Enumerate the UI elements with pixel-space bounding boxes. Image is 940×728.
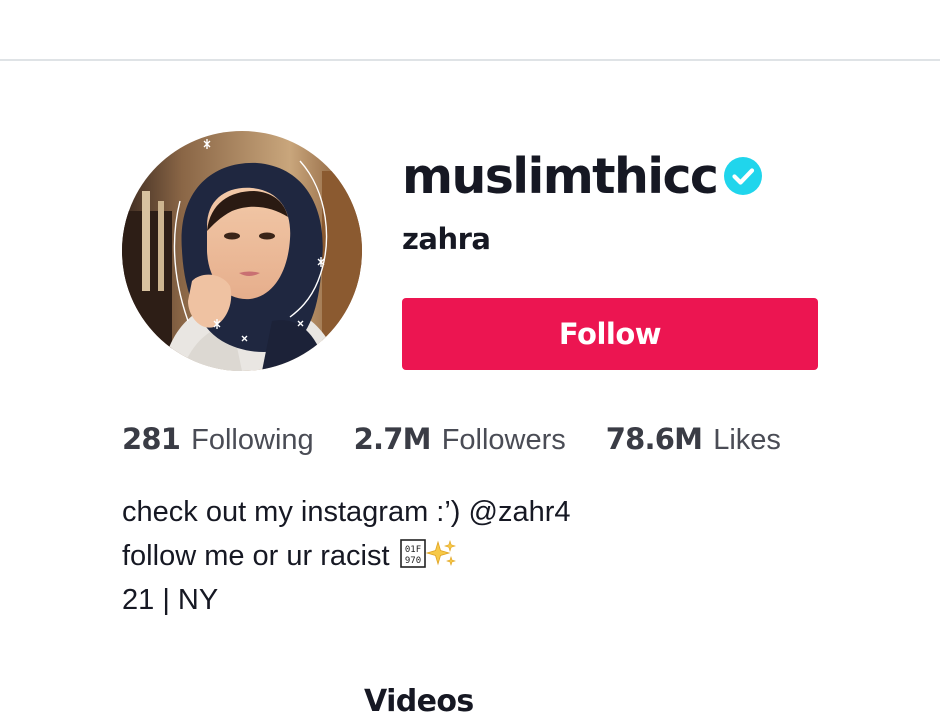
svg-text:970: 970 (404, 556, 420, 566)
followers-label: Followers (441, 424, 566, 456)
following-count: 281 (122, 422, 181, 456)
bio-line: follow me or ur racist 01F 970 (122, 534, 570, 578)
profile-page: muslimthicc zahra Follow 281 Following 2… (0, 0, 940, 728)
tab-videos[interactable]: Videos (364, 684, 474, 719)
likes-stat: 78.6M Likes (606, 422, 781, 457)
bio-line: 21 | NY (122, 584, 219, 616)
likes-count: 78.6M (605, 422, 703, 456)
username-row: muslimthicc (402, 140, 763, 212)
bio-line-text: follow me or ur racist (122, 540, 390, 572)
profile-stats: 281 Following 2.7M Followers 78.6M Likes (122, 422, 781, 466)
avatar[interactable] (122, 131, 362, 371)
verified-badge-icon (723, 156, 763, 196)
likes-label: Likes (713, 424, 781, 456)
following-label: Following (191, 424, 314, 456)
followers-count: 2.7M (353, 422, 432, 456)
unknown-glyph-icon: 01F 970 (399, 539, 426, 568)
following-stat[interactable]: 281 Following (122, 422, 314, 457)
bio: check out my instagram :’) @zahr4 follow… (122, 490, 570, 622)
display-name: zahra (402, 222, 491, 256)
follow-button[interactable]: Follow (402, 298, 818, 370)
header-divider (0, 59, 940, 61)
sparkles-icon (425, 539, 456, 567)
svg-text:01F: 01F (404, 545, 420, 555)
followers-stat[interactable]: 2.7M Followers (354, 422, 566, 457)
username: muslimthicc (402, 147, 719, 205)
bio-line: check out my instagram :’) @zahr4 (122, 496, 571, 528)
avatar-photo (122, 131, 362, 371)
